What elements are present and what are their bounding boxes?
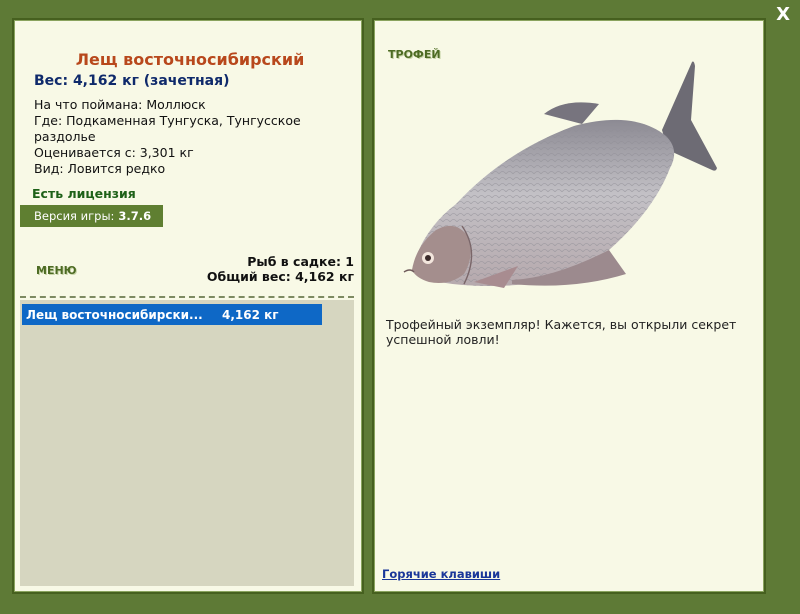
fish-details: На что поймана: Моллюск Где: Подкаменная… <box>34 97 352 177</box>
close-button[interactable]: X <box>776 4 790 25</box>
dashed-divider <box>20 296 354 298</box>
keepnet-count: Рыб в садке: 1 <box>247 254 354 269</box>
list-item[interactable]: Лещ восточносибирски... 4,162 кг <box>22 304 322 325</box>
keepnet-summary: Рыб в садке: 1 Общий вес: 4,162 кг <box>207 254 354 284</box>
menu-button[interactable]: МЕНЮ <box>36 264 77 277</box>
rarity-line: Вид: Ловится редко <box>34 161 166 176</box>
version-label: Версия игры: <box>34 209 115 223</box>
bream-fish-image <box>403 61 717 288</box>
trophy-panel: ТРОФЕЙ Трофейный экземпляр! Кажется, вы … <box>372 18 766 594</box>
catch-name: Лещ восточносибирски... <box>26 307 203 322</box>
hotkeys-link[interactable]: Горячие клавиши <box>382 567 500 581</box>
fish-info-panel: Лещ восточносибирский Вес: 4,162 кг (зач… <box>12 18 364 594</box>
fish-weight: Вес: 4,162 кг (зачетная) <box>34 73 230 89</box>
keepnet-total-weight: Общий вес: 4,162 кг <box>206 269 354 284</box>
version-number: 3.7.6 <box>118 209 152 223</box>
license-status: Есть лицензия <box>32 186 136 201</box>
fish-name: Лещ восточносибирский <box>75 50 305 69</box>
value-line: Оценивается с: 3,301 кг <box>34 145 194 160</box>
trophy-description: Трофейный экземпляр! Кажется, вы открыли… <box>386 317 737 347</box>
version-badge: Версия игры: 3.7.6 <box>20 205 163 227</box>
catch-weight: 4,162 кг <box>222 307 279 322</box>
catch-list[interactable]: Лещ восточносибирски... 4,162 кг <box>20 300 354 586</box>
location-line: Где: Подкаменная Тунгуска, Тунгусское ра… <box>34 113 301 144</box>
bait-line: На что поймана: Моллюск <box>34 97 206 112</box>
